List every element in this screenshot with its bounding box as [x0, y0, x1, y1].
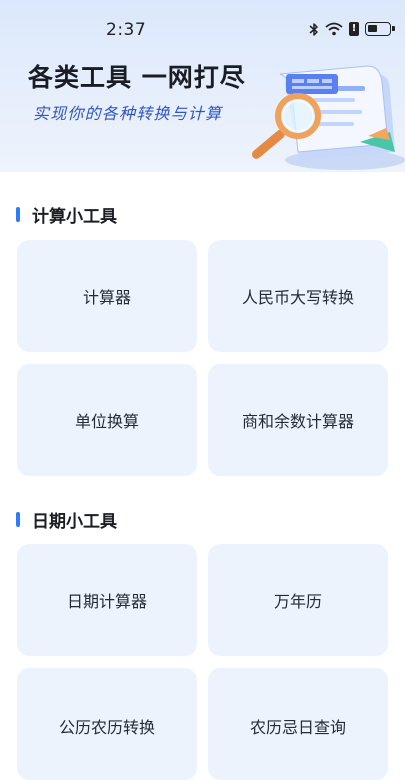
- tool-card-label: 公历农历转换: [58, 718, 155, 737]
- tool-card-perpetual-calendar[interactable]: 万年历: [208, 544, 388, 656]
- wifi-icon: [325, 22, 343, 36]
- tool-card-lunar-conversion[interactable]: 公历农历转换: [17, 668, 197, 780]
- status-icons: !: [309, 20, 395, 38]
- tool-card-unit-conversion[interactable]: 单位换算: [17, 364, 197, 476]
- section-accent-bar: [16, 207, 20, 222]
- tool-card-label: 日期计算器: [66, 592, 147, 611]
- section-accent-bar: [16, 512, 20, 527]
- tool-card-label: 农历忌日查询: [249, 718, 346, 737]
- section-title-date: 日期小工具: [16, 507, 117, 532]
- tool-card-lunar-query[interactable]: 农历忌日查询: [208, 668, 388, 780]
- hero-title: 各类工具 一网打尽: [28, 63, 246, 92]
- tool-card-rmb-uppercase[interactable]: 人民币大写转换: [208, 240, 388, 352]
- tool-card-label: 商和余数计算器: [241, 412, 354, 431]
- bluetooth-icon: [309, 22, 318, 36]
- status-bar: 2:37 !: [0, 0, 405, 44]
- tool-card-label: 人民币大写转换: [241, 288, 354, 307]
- tool-card-label: 计算器: [82, 288, 131, 307]
- tool-card-quotient-remainder[interactable]: 商和余数计算器: [208, 364, 388, 476]
- alert-icon: !: [349, 22, 359, 36]
- tool-card-date-calculator[interactable]: 日期计算器: [17, 544, 197, 656]
- hero-banner: 2:37 ! 各类工具 一网打尽 实现你的各种转换与计算: [0, 0, 405, 172]
- tool-card-label: 单位换算: [74, 412, 139, 431]
- magnifier-document-illustration: [251, 65, 405, 170]
- hero-subtitle: 实现你的各种转换与计算: [33, 104, 223, 123]
- tool-card-label: 万年历: [273, 592, 322, 611]
- tool-card-calculator[interactable]: 计算器: [17, 240, 197, 352]
- section-title-calc: 计算小工具: [16, 202, 117, 227]
- section-label: 计算小工具: [32, 207, 117, 227]
- status-time: 2:37: [106, 20, 147, 40]
- section-label: 日期小工具: [32, 512, 117, 532]
- battery-icon: [365, 22, 395, 36]
